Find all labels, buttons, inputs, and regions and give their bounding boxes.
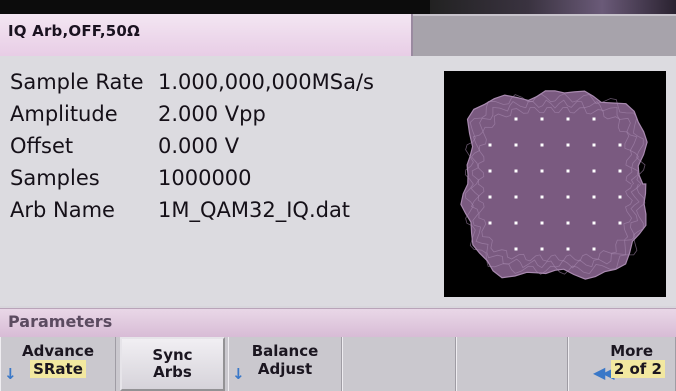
sync-arbs-softkey[interactable]: Sync Arbs (120, 337, 225, 391)
constellation-symbol (540, 247, 544, 251)
menu-title: Parameters (8, 312, 113, 331)
softkey-value-wrap: 2 of 2 (569, 360, 675, 378)
constellation-symbol (566, 221, 570, 225)
constellation-symbol (540, 169, 544, 173)
constellation-symbol (540, 117, 544, 121)
constellation-symbol (566, 169, 570, 173)
constellation-symbol (488, 169, 492, 173)
blank-softkey-5[interactable] (456, 337, 568, 391)
constellation-symbol (592, 143, 596, 147)
param-value: 1M_QAM32_IQ.dat (158, 198, 351, 222)
param-value: 1.000,000,000MSa/s (158, 70, 374, 94)
constellation-symbol (566, 117, 570, 121)
constellation-symbol (540, 221, 544, 225)
constellation-symbol (540, 195, 544, 199)
constellation-symbol (592, 117, 596, 121)
iq-constellation-display (444, 71, 666, 297)
advance-softkey[interactable]: Advance ↓ SRate (0, 337, 116, 391)
more-softkey[interactable]: More ◀◀ 2 of 2 (568, 337, 676, 391)
param-label: Samples (10, 166, 100, 190)
softkey-value-wrap: SRate (1, 360, 115, 378)
parameters-menu-bar: Parameters (0, 308, 676, 337)
param-value: 2.000 Vpp (158, 102, 266, 126)
param-label: Arb Name (10, 198, 115, 222)
constellation-symbol (514, 247, 518, 251)
softkey-label: Balance (251, 342, 319, 360)
softkey-row: Advance ↓ SRate Sync Arbs Balance ↓ Adju… (0, 337, 676, 391)
constellation-symbol (592, 221, 596, 225)
param-label: Sample Rate (10, 70, 144, 94)
instrument-screen: IQ Arb,OFF,50Ω Sample Rate 1.000,000,000… (0, 14, 676, 391)
constellation-symbol (514, 195, 518, 199)
softkey-label: Advance (22, 342, 94, 360)
constellation-symbol (618, 143, 622, 147)
constellation-symbol (488, 221, 492, 225)
constellation-symbol (592, 247, 596, 251)
constellation-symbol (618, 169, 622, 173)
constellation-symbol (488, 195, 492, 199)
channel-tab-inactive[interactable] (413, 14, 676, 56)
softkey-label-line2: Adjust (257, 360, 313, 378)
constellation-symbol (540, 143, 544, 147)
channel-tab-active[interactable]: IQ Arb,OFF,50Ω (0, 14, 413, 56)
constellation-symbol (618, 195, 622, 199)
constellation-symbol (566, 143, 570, 147)
softkey-value: SRate (30, 360, 86, 378)
constellation-symbol (566, 247, 570, 251)
softkey-label: Sync (152, 346, 193, 364)
channel-status-title: IQ Arb,OFF,50Ω (8, 22, 140, 40)
softkey-label-line2: Arbs (153, 363, 192, 381)
param-label: Offset (10, 134, 74, 158)
blank-softkey-4[interactable] (342, 337, 456, 391)
balance-adjust-softkey[interactable]: Balance ↓ Adjust (228, 337, 342, 391)
constellation-symbol (514, 117, 518, 121)
constellation-symbol (488, 143, 492, 147)
constellation-symbol (566, 195, 570, 199)
param-label: Amplitude (10, 102, 118, 126)
constellation-symbol (592, 169, 596, 173)
constellation-symbol (514, 221, 518, 225)
softkey-value: 2 of 2 (610, 360, 665, 378)
waveform-parameters-panel: Sample Rate 1.000,000,000MSa/s Amplitude… (0, 56, 676, 306)
param-value: 1000000 (158, 166, 252, 190)
param-value: 0.000 V (158, 134, 240, 158)
softkey-label: More (610, 342, 653, 360)
constellation-symbol (514, 143, 518, 147)
constellation-symbol (514, 169, 518, 173)
constellation-plot (460, 90, 648, 280)
constellation-symbol (592, 195, 596, 199)
constellation-symbol (618, 221, 622, 225)
